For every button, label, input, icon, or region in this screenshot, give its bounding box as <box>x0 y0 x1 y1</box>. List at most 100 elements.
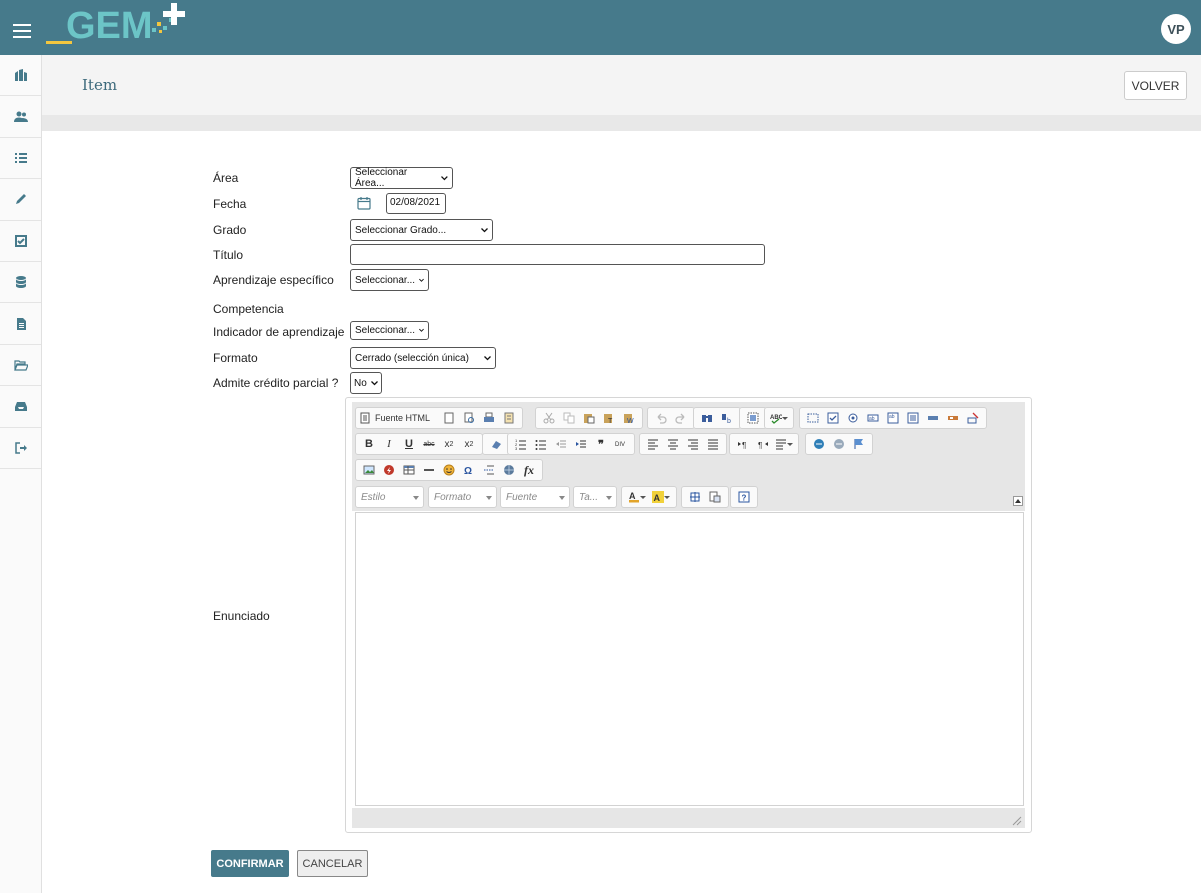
strikethrough-button[interactable]: abc <box>419 435 439 453</box>
align-center-button[interactable] <box>663 435 683 453</box>
div-container-button[interactable]: DIV <box>611 435 631 453</box>
table-button[interactable] <box>399 461 419 479</box>
select-field-button[interactable] <box>903 409 923 427</box>
sidebar-item-institution[interactable] <box>0 55 41 97</box>
new-page-button[interactable] <box>439 409 459 427</box>
cut-button[interactable] <box>539 409 559 427</box>
smiley-button[interactable] <box>439 461 459 479</box>
size-combo[interactable]: Ta... <box>573 486 617 508</box>
sidebar-item-list[interactable] <box>0 138 41 180</box>
source-html-button[interactable]: Fuente HTML <box>359 409 439 427</box>
form-button[interactable] <box>803 409 823 427</box>
sidebar-item-documents[interactable] <box>0 303 41 345</box>
redo-button[interactable] <box>671 409 691 427</box>
aprendizaje-select[interactable]: Seleccionar... <box>350 269 429 291</box>
area-select[interactable]: Seleccionar Área... <box>350 167 453 189</box>
show-blocks-button[interactable] <box>705 488 725 506</box>
text-color-button[interactable]: A <box>625 488 649 506</box>
subscript-button[interactable]: x2 <box>439 435 459 453</box>
language-button[interactable] <box>773 435 795 453</box>
image-button[interactable] <box>359 461 379 479</box>
outdent-button[interactable] <box>551 435 571 453</box>
print-button[interactable] <box>479 409 499 427</box>
remove-format-button[interactable] <box>486 435 506 453</box>
checkbox-field-button[interactable] <box>823 409 843 427</box>
align-left-button[interactable] <box>643 435 663 453</box>
sidebar-item-tasks[interactable] <box>0 221 41 262</box>
credito-select[interactable]: No <box>350 372 382 394</box>
justify-button[interactable] <box>703 435 723 453</box>
link-icon <box>814 439 824 449</box>
hidden-field-button[interactable] <box>963 409 983 427</box>
collapse-toolbar-icon[interactable] <box>1013 496 1023 506</box>
select-all-icon <box>747 412 759 424</box>
preview-button[interactable] <box>459 409 479 427</box>
grado-select[interactable]: Seleccionar Grado... <box>350 219 493 241</box>
format-combo[interactable]: Formato <box>428 486 497 508</box>
editor-content-area[interactable] <box>355 512 1024 806</box>
superscript-button[interactable]: x2 <box>459 435 479 453</box>
user-avatar[interactable]: VP <box>1161 14 1191 44</box>
paste-button[interactable] <box>579 409 599 427</box>
cancel-button[interactable]: CANCELAR <box>297 850 368 877</box>
about-button[interactable]: ? <box>734 488 754 506</box>
iframe-button[interactable] <box>499 461 519 479</box>
confirm-button[interactable]: CONFIRMAR <box>211 850 289 877</box>
templates-button[interactable] <box>499 409 519 427</box>
spellcheck-button[interactable]: ABC <box>768 409 790 427</box>
blockquote-button[interactable]: ❞ <box>591 435 611 453</box>
maximize-button[interactable] <box>685 488 705 506</box>
resize-handle-icon[interactable] <box>1012 816 1022 826</box>
unlink-button[interactable] <box>829 435 849 453</box>
calendar-icon[interactable] <box>357 196 371 210</box>
align-right-button[interactable] <box>683 435 703 453</box>
sidebar-item-folders[interactable] <box>0 345 41 387</box>
back-button[interactable]: VOLVER <box>1124 71 1187 100</box>
sidebar-item-users[interactable] <box>0 96 41 138</box>
sidebar-item-logout[interactable] <box>0 428 41 469</box>
rtl-button[interactable]: ¶ <box>753 435 773 453</box>
sidebar-item-database[interactable] <box>0 262 41 304</box>
formula-button[interactable]: fx <box>519 461 539 479</box>
special-char-button[interactable]: Ω <box>459 461 479 479</box>
formato-select[interactable]: Cerrado (selección única) <box>350 347 496 369</box>
bold-button[interactable]: B <box>359 435 379 453</box>
sidebar-item-inbox[interactable] <box>0 386 41 428</box>
indent-button[interactable] <box>571 435 591 453</box>
image-button-field-button[interactable] <box>943 409 963 427</box>
chevron-down-icon <box>419 328 424 332</box>
button-field-icon <box>928 416 938 420</box>
undo-button[interactable] <box>651 409 671 427</box>
paste-word-button[interactable]: W <box>619 409 639 427</box>
textarea-button[interactable]: ab <box>883 409 903 427</box>
bg-color-button[interactable]: A <box>649 488 673 506</box>
svg-text:ABC: ABC <box>770 415 782 421</box>
ltr-button[interactable]: ¶ <box>733 435 753 453</box>
image-icon <box>363 465 375 475</box>
select-all-button[interactable] <box>743 409 763 427</box>
flash-button[interactable] <box>379 461 399 479</box>
style-combo[interactable]: Estilo <box>355 486 424 508</box>
menu-icon[interactable] <box>13 24 31 38</box>
horizontal-rule-button[interactable] <box>419 461 439 479</box>
button-field-button[interactable] <box>923 409 943 427</box>
indicador-select[interactable]: Seleccionar... <box>350 321 429 340</box>
anchor-button[interactable] <box>849 435 869 453</box>
fecha-input[interactable]: 02/08/2021 <box>386 193 446 214</box>
bulleted-list-button[interactable] <box>531 435 551 453</box>
textfield-button[interactable]: ab <box>863 409 883 427</box>
paste-text-button[interactable]: T <box>599 409 619 427</box>
italic-button[interactable]: I <box>379 435 399 453</box>
replace-button[interactable]: b <box>717 409 737 427</box>
find-button[interactable] <box>697 409 717 427</box>
sidebar-item-edit[interactable] <box>0 179 41 221</box>
numbered-list-button[interactable]: 123 <box>511 435 531 453</box>
copy-button[interactable] <box>559 409 579 427</box>
link-button[interactable] <box>809 435 829 453</box>
titulo-input[interactable] <box>350 244 765 265</box>
font-combo[interactable]: Fuente <box>500 486 570 508</box>
chevron-down-icon <box>441 175 448 180</box>
page-break-button[interactable] <box>479 461 499 479</box>
underline-button[interactable]: U <box>399 435 419 453</box>
radio-field-button[interactable] <box>843 409 863 427</box>
